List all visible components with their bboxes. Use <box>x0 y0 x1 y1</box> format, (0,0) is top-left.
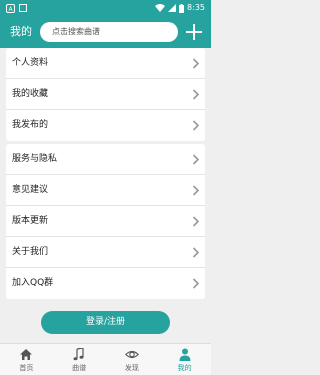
cellular-signal-icon <box>168 4 177 12</box>
nav-item-mine[interactable]: 我的 <box>158 344 211 375</box>
eye-icon <box>124 350 139 359</box>
svg-text:A: A <box>8 6 13 13</box>
search-placeholder: 点击搜索曲谱 <box>52 27 100 36</box>
bottom-nav: 首页 曲谱 发现 我的 <box>0 343 211 375</box>
chevron-right-icon <box>192 58 200 69</box>
app-notification-icon: A <box>6 3 15 13</box>
home-icon <box>20 349 33 360</box>
search-input[interactable]: 点击搜索曲谱 <box>40 22 178 42</box>
nav-label: 发现 <box>124 364 139 372</box>
menu-item-feedback[interactable]: 意见建议 <box>6 175 205 206</box>
status-bar-right: 8:35 <box>155 0 205 16</box>
battery-icon <box>179 3 185 13</box>
menu-item-privacy[interactable]: 服务与隐私 <box>6 144 205 175</box>
wifi-icon <box>155 4 166 12</box>
menu-item-label: 加入QQ群 <box>12 278 54 288</box>
menu-item-join-qq[interactable]: 加入QQ群 <box>6 268 205 299</box>
plus-icon <box>186 24 202 40</box>
chevron-right-icon <box>192 216 200 227</box>
status-time: 8:35 <box>187 3 205 12</box>
menu-item-favorites[interactable]: 我的收藏 <box>6 79 205 110</box>
nav-item-home[interactable]: 首页 <box>0 344 53 375</box>
menu-item-label: 版本更新 <box>12 216 49 226</box>
add-button[interactable] <box>185 23 203 41</box>
nav-label: 我的 <box>177 364 192 372</box>
menu-item-label: 我发布的 <box>12 120 49 130</box>
chevron-right-icon <box>192 185 200 196</box>
nav-item-discover[interactable]: 发现 <box>106 344 159 375</box>
menu-group-account: 个人资料 我的收藏 我发布的 <box>6 48 205 141</box>
menu-item-my-posts[interactable]: 我发布的 <box>6 110 205 141</box>
chevron-right-icon <box>192 278 200 289</box>
page-title: 我的 <box>10 25 32 38</box>
nav-label: 首页 <box>19 364 34 372</box>
status-bar-left: A <box>6 0 27 16</box>
square-notification-icon <box>19 4 27 12</box>
chevron-right-icon <box>192 120 200 131</box>
menu-item-update[interactable]: 版本更新 <box>6 206 205 237</box>
login-register-button[interactable]: 登录/注册 <box>41 311 170 334</box>
nav-label: 曲谱 <box>72 364 87 372</box>
chevron-right-icon <box>192 247 200 258</box>
chevron-right-icon <box>192 89 200 100</box>
menu-item-about[interactable]: 关于我们 <box>6 237 205 268</box>
menu-item-label: 意见建议 <box>12 185 49 195</box>
status-bar: A 8:35 <box>0 0 211 16</box>
chevron-right-icon <box>192 154 200 165</box>
my-page-screen: A 8:35 我的 点击搜索曲谱 个人资料 我的收藏 我发布的 服务与隐私 意见… <box>0 0 211 375</box>
nav-item-scores[interactable]: 曲谱 <box>53 344 106 375</box>
menu-item-label: 服务与隐私 <box>12 154 58 164</box>
menu-group-settings: 服务与隐私 意见建议 版本更新 关于我们 加入QQ群 <box>6 144 205 299</box>
app-header: 我的 点击搜索曲谱 <box>0 16 211 48</box>
person-icon <box>179 348 191 361</box>
menu-item-label: 我的收藏 <box>12 89 49 99</box>
menu-item-label: 个人资料 <box>12 58 49 68</box>
menu-item-label: 关于我们 <box>12 247 49 257</box>
music-note-icon <box>73 348 84 361</box>
menu-item-profile[interactable]: 个人资料 <box>6 48 205 79</box>
